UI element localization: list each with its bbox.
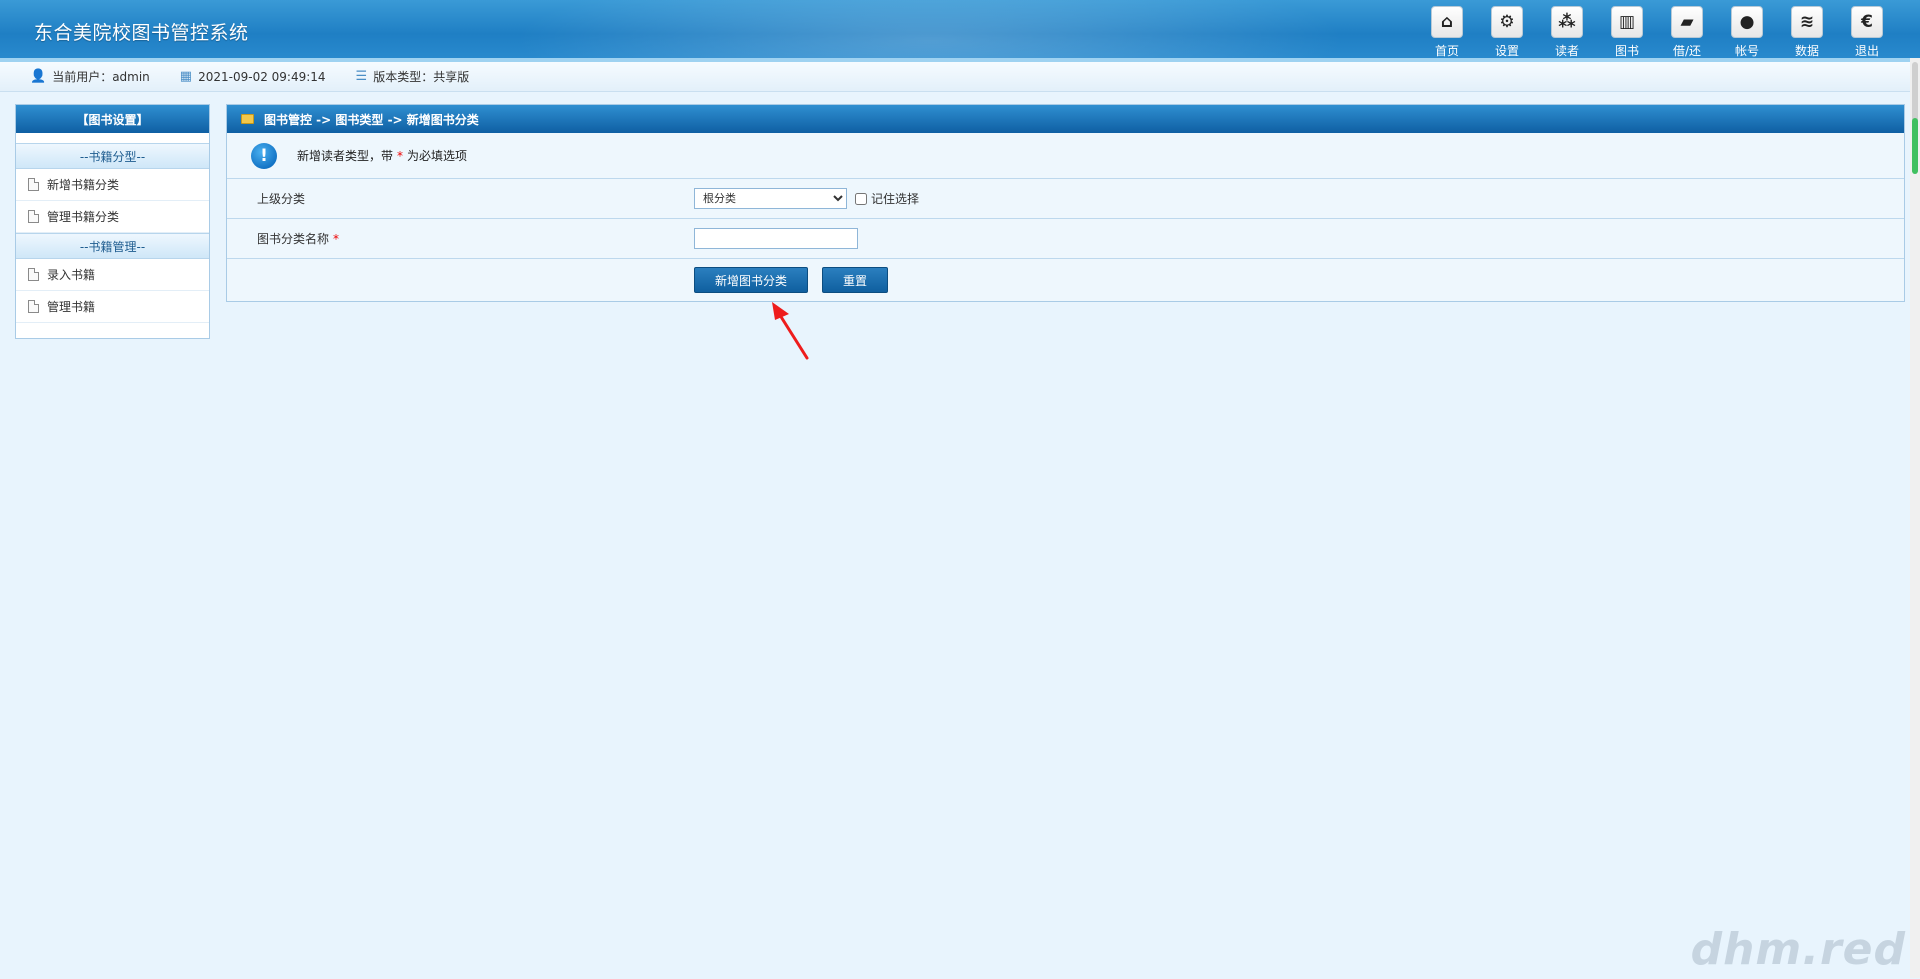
home-icon: ⌂ [1431,6,1463,38]
required-star: * [397,149,404,163]
sidebar: 【图书设置】 --书籍分型-- 新增书籍分类 管理书籍分类 --书籍管理-- 录… [15,104,210,339]
nav-borrow-return[interactable]: ▰ 借/还 [1668,6,1706,59]
book-icon: ▥ [1611,6,1643,38]
nav-settings[interactable]: ⚙ 设置 [1488,6,1526,59]
breadcrumb: 图书管控 -> 图书类型 -> 新增图书分类 [227,105,1904,133]
user-icon: 👤 [30,69,47,84]
main-panel: 图书管控 -> 图书类型 -> 新增图书分类 ! 新增读者类型，带 * 为必填选项 … [226,104,1905,302]
scrollbar-indicator [1912,118,1918,174]
nav-logout[interactable]: € 退出 [1848,6,1886,59]
sidebar-item-manage-books[interactable]: 管理书籍 [16,291,209,323]
version-text: 版本类型：共享版 [373,70,470,84]
category-name-field [694,228,858,249]
page-scrollbar[interactable] [1910,58,1920,978]
sidebar-group-category: --书籍分型-- [16,143,209,169]
required-star: * [333,232,340,246]
sidebar-title: 【图书设置】 [16,105,209,133]
breadcrumb-text: 图书管控 -> 图书类型 -> 新增图书分类 [264,112,479,127]
nav-label: 首页 [1434,44,1459,58]
nav-label: 借/还 [1672,44,1702,58]
remember-selection[interactable]: 记住选择 [855,190,919,207]
document-icon [28,210,39,223]
sidebar-item-enter-book[interactable]: 录入书籍 [16,259,209,291]
reset-button[interactable]: 重置 [822,267,889,293]
category-name-label-text: 图书分类名称 [257,232,330,246]
form-actions: 新增图书分类 重置 [227,259,1904,301]
list-icon: ☰ [355,69,368,84]
form-notice: ! 新增读者类型，带 * 为必填选项 [227,133,1904,179]
parent-category-label: 上级分类 [257,192,306,206]
parent-category-select[interactable]: 根分类 [694,188,847,209]
sidebar-item-add-category[interactable]: 新增书籍分类 [16,169,209,201]
sidebar-group-books: --书籍管理-- [16,233,209,259]
nav-home[interactable]: ⌂ 首页 [1428,6,1466,59]
readers-icon: ⁂ [1551,6,1583,38]
remember-checkbox[interactable] [855,192,867,205]
nav-label: 退出 [1854,44,1879,58]
nav-account[interactable]: ● 帐号 [1728,6,1766,59]
scrollbar-thumb[interactable] [1912,62,1918,122]
category-name-label: 图书分类名称 * [227,230,694,247]
sidebar-item-manage-category[interactable]: 管理书籍分类 [16,201,209,233]
sidebar-item-label: 新增书籍分类 [47,178,120,192]
document-icon [28,178,39,191]
logout-icon: € [1851,6,1883,38]
nav-label: 帐号 [1734,44,1759,58]
category-name-input[interactable] [694,228,858,249]
nav-readers[interactable]: ⁂ 读者 [1548,6,1586,59]
remember-label: 记住选择 [871,192,920,206]
nav-label: 数据 [1794,44,1819,58]
notice-suffix: 为必填选项 [407,149,468,163]
top-nav: ⌂ 首页 ⚙ 设置 ⁂ 读者 ▥ 图书 ▰ 借/还 ● 帐号 ≋ 数据 € 退出 [1428,6,1886,59]
nav-label: 读者 [1554,44,1579,58]
category-name-row: 图书分类名称 * [227,219,1904,259]
current-user: 👤 当前用户：admin [30,68,150,85]
status-bar: 👤 当前用户：admin ▦ 2021-09-02 09:49:14 ☰ 版本类… [0,62,1920,92]
sidebar-item-label: 录入书籍 [47,268,96,282]
add-category-button[interactable]: 新增图书分类 [694,267,809,293]
calendar-icon: ▦ [179,69,193,84]
nav-label: 设置 [1494,44,1519,58]
current-datetime: ▦ 2021-09-02 09:49:14 [180,69,326,84]
parent-category-row: 上级分类 根分类 记住选择 [227,179,1904,219]
sidebar-item-label: 管理书籍 [47,300,96,314]
datetime-text: 2021-09-02 09:49:14 [198,69,326,84]
watermark: dhm.red [1690,924,1906,975]
account-icon: ● [1731,6,1763,38]
nav-books[interactable]: ▥ 图书 [1608,6,1646,59]
header: 东合美院校图书管控系统 ⌂ 首页 ⚙ 设置 ⁂ 读者 ▥ 图书 ▰ 借/还 ● … [0,0,1920,62]
document-icon [28,268,39,281]
current-user-text: 当前用户：admin [52,70,150,84]
settings-icon: ⚙ [1491,6,1523,38]
parent-category-field: 根分类 记住选择 [694,188,919,209]
app-title: 东合美院校图书管控系统 [34,22,249,44]
sidebar-item-label: 管理书籍分类 [47,210,120,224]
document-icon [28,300,39,313]
nav-label: 图书 [1614,44,1639,58]
database-icon: ≋ [1791,6,1823,38]
info-icon: ! [251,142,277,169]
nav-data[interactable]: ≋ 数据 [1788,6,1826,59]
notice-text: 新增读者类型，带 * 为必填选项 [297,147,467,164]
annotation-arrow-icon [772,302,809,360]
folder-icon [241,114,254,124]
version-type: ☰ 版本类型：共享版 [356,68,470,85]
notice-prefix: 新增读者类型，带 [297,149,394,163]
folder-icon: ▰ [1671,6,1703,38]
